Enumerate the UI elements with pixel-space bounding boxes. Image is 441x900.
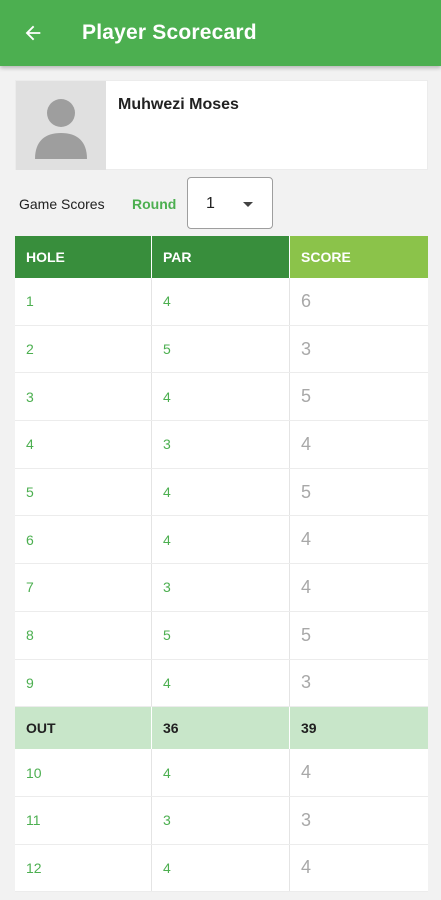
hole-number: 9 bbox=[15, 659, 152, 707]
hole-number: 7 bbox=[15, 564, 152, 611]
hole-number: 2 bbox=[15, 325, 152, 373]
par-value: 4 bbox=[152, 749, 290, 796]
table-row: 855 bbox=[15, 611, 428, 660]
table-header: HOLE PAR SCORE bbox=[15, 236, 428, 278]
table-row: 345 bbox=[15, 373, 428, 422]
score-value: 6 bbox=[301, 290, 312, 311]
par-value: 5 bbox=[152, 611, 290, 659]
table-row: 644 bbox=[15, 516, 428, 565]
game-scores-bar: Game Scores Round 1 bbox=[19, 176, 429, 232]
page-title: Player Scorecard bbox=[82, 21, 257, 44]
out-total-row: OUT 36 39 bbox=[15, 707, 428, 750]
score-value: 4 bbox=[301, 576, 312, 597]
hole-number: 11 bbox=[15, 796, 152, 844]
score-value: 4 bbox=[301, 762, 312, 783]
table-row: 146 bbox=[15, 278, 428, 326]
hole-number: 6 bbox=[15, 516, 152, 564]
out-label: OUT bbox=[15, 707, 152, 750]
score-value: 4 bbox=[301, 529, 312, 550]
score-value: 3 bbox=[301, 338, 312, 359]
header-par: PAR bbox=[152, 236, 290, 278]
table-row: 11 3 3 bbox=[15, 796, 428, 845]
score-value: 4 bbox=[301, 433, 312, 454]
hole-number: 12 bbox=[15, 844, 152, 892]
table-row: 734 bbox=[15, 564, 428, 612]
par-value: 3 bbox=[152, 564, 290, 611]
par-value: 3 bbox=[152, 421, 290, 468]
arrow-left-icon bbox=[25, 25, 41, 41]
par-value: 4 bbox=[152, 516, 290, 564]
par-value: 5 bbox=[152, 325, 290, 373]
person-placeholder-icon bbox=[35, 98, 87, 159]
score-value: 5 bbox=[301, 624, 312, 645]
hole-number: 3 bbox=[15, 373, 152, 421]
header-hole: HOLE bbox=[15, 236, 152, 278]
table-row: 545 bbox=[15, 468, 428, 517]
game-scores-label: Game Scores bbox=[19, 196, 105, 212]
score-value: 3 bbox=[301, 809, 312, 830]
player-card: Muhwezi Moses bbox=[15, 80, 428, 170]
par-value: 4 bbox=[152, 373, 290, 421]
table-row: 253 bbox=[15, 325, 428, 374]
table-row: 12 4 4 bbox=[15, 844, 428, 893]
table-row: 943 bbox=[15, 659, 428, 708]
out-par-total: 36 bbox=[152, 707, 290, 750]
par-value: 4 bbox=[152, 659, 290, 707]
score-value: 4 bbox=[301, 857, 312, 878]
par-value: 4 bbox=[152, 844, 290, 892]
hole-number: 5 bbox=[15, 468, 152, 516]
round-dropdown[interactable]: 1 bbox=[187, 177, 273, 229]
scorecard-table: HOLE PAR SCORE 1462533454345456447348559… bbox=[15, 236, 428, 893]
table-row: 10 4 4 bbox=[15, 749, 428, 797]
par-value: 4 bbox=[152, 278, 290, 325]
avatar bbox=[16, 81, 106, 170]
score-value: 5 bbox=[301, 481, 312, 502]
score-value: 3 bbox=[301, 672, 312, 693]
par-value: 3 bbox=[152, 796, 290, 844]
round-label: Round bbox=[132, 196, 177, 212]
table-row: 434 bbox=[15, 421, 428, 469]
player-name: Muhwezi Moses bbox=[118, 96, 239, 113]
par-value: 4 bbox=[152, 468, 290, 516]
hole-number: 1 bbox=[15, 278, 152, 325]
score-value: 5 bbox=[301, 386, 312, 407]
dropdown-arrow-icon bbox=[243, 202, 253, 207]
app-bar: Player Scorecard bbox=[0, 0, 441, 66]
back-button[interactable] bbox=[18, 18, 48, 48]
out-score-total: 39 bbox=[301, 720, 317, 737]
hole-number: 8 bbox=[15, 611, 152, 659]
header-score: SCORE bbox=[290, 236, 428, 278]
hole-number: 10 bbox=[15, 749, 152, 796]
hole-number: 4 bbox=[15, 421, 152, 468]
round-dropdown-value: 1 bbox=[206, 195, 215, 212]
